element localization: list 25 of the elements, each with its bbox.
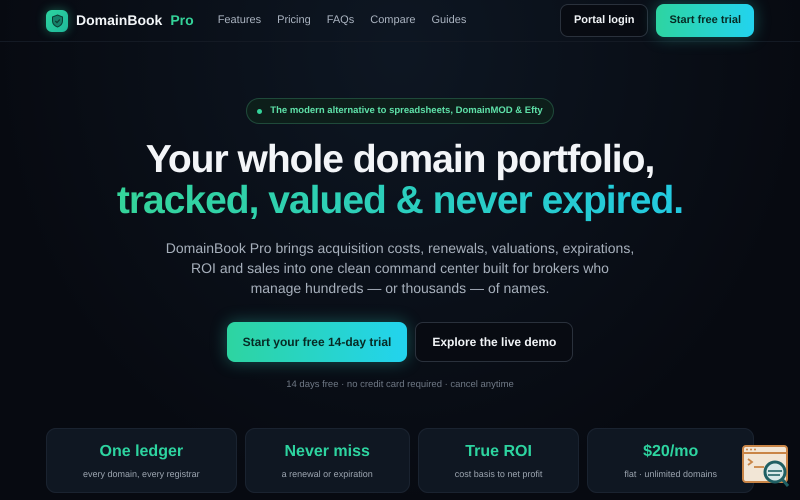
nav-link[interactable]: Compare: [370, 12, 416, 29]
stat-subtitle: cost basis to net profit: [454, 468, 542, 482]
browser-search-icon[interactable]: [742, 445, 790, 489]
trial-note: 14 days free · no credit card required · cancel anytime: [286, 378, 514, 392]
stat-title: $20/mo: [643, 442, 698, 462]
stat-subtitle: a renewal or expiration: [282, 468, 373, 482]
stat-title: Never miss: [284, 442, 370, 462]
stat-title: True ROI: [465, 442, 532, 462]
start-trial-button[interactable]: Start free trial: [656, 4, 754, 37]
stat-subtitle: every domain, every registrar: [83, 468, 200, 482]
stat-title: One ledger: [100, 442, 184, 462]
brand-name[interactable]: DomainBook: [76, 10, 162, 31]
start-trial-button[interactable]: Start your free 14-day trial: [226, 322, 408, 362]
stat-subtitle: flat · unlimited domains: [624, 468, 717, 482]
logo-icon[interactable]: [46, 10, 68, 32]
nav-link[interactable]: Pricing: [277, 12, 311, 29]
nav-link[interactable]: Features: [218, 12, 262, 29]
tagline-badge: The modern alternative to spreadsheets, DomainMOD & Efty: [246, 98, 554, 124]
brand-suffix: Pro: [170, 11, 194, 30]
nav-link[interactable]: FAQs: [326, 12, 354, 29]
demo-button[interactable]: Explore the live demo: [415, 322, 574, 362]
hero-heading: Your whole domain portfolio,: [146, 140, 654, 182]
nav-link[interactable]: Guides: [432, 12, 466, 29]
login-button[interactable]: Portal login: [560, 4, 648, 37]
hero-description: DomainBook Pro brings acquisition costs, renewals, valuations, expirations, ROI and sales into one clean command center built for brokers who manage hundreds — or thousands — of names.: [165, 239, 635, 298]
